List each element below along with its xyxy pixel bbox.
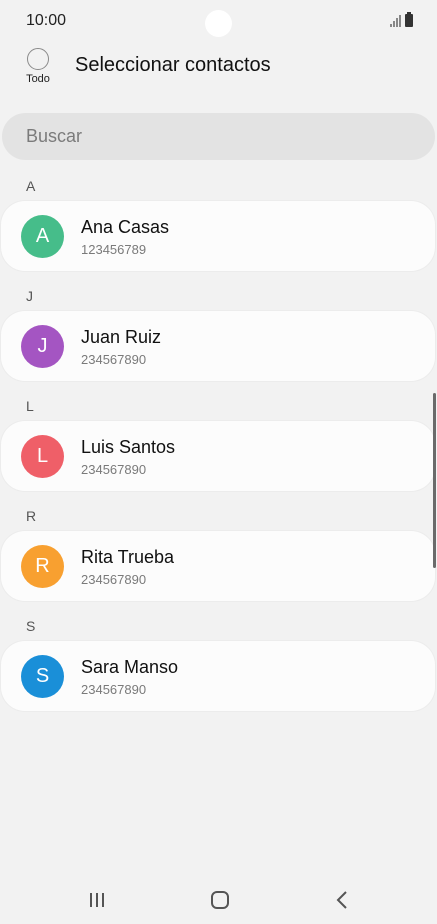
signal-icon <box>390 15 401 27</box>
section-header-s: S <box>26 618 36 634</box>
status-bar: 10:00 <box>0 0 437 44</box>
avatar: S <box>21 655 64 698</box>
camera-cutout <box>205 10 232 37</box>
avatar: L <box>21 435 64 478</box>
section-header-a: A <box>26 178 36 194</box>
contact-number: 234567890 <box>81 572 147 587</box>
select-all-toggle[interactable]: Todo <box>22 48 54 85</box>
search-bar[interactable] <box>2 113 435 160</box>
section-header-j: J <box>26 288 33 304</box>
header: Todo Seleccionar contactos <box>0 44 437 100</box>
search-input[interactable] <box>2 113 435 160</box>
contact-item[interactable]: A Ana Casas 123456789 <box>1 201 435 271</box>
avatar: R <box>21 545 64 588</box>
navigation-bar <box>0 876 437 924</box>
contact-name: Sara Manso <box>81 657 179 677</box>
battery-icon <box>405 12 413 27</box>
status-icons <box>390 12 413 27</box>
recent-apps-icon[interactable] <box>77 886 117 914</box>
section-header-r: R <box>26 508 37 524</box>
contact-item[interactable]: L Luis Santos 234567890 <box>1 421 435 491</box>
select-all-checkbox[interactable] <box>27 48 49 70</box>
contact-item[interactable]: S Sara Manso 234567890 <box>1 641 435 711</box>
home-icon[interactable] <box>200 886 240 914</box>
contact-item[interactable]: J Juan Ruiz 234567890 <box>1 311 435 381</box>
contact-name: Luis Santos <box>81 437 176 457</box>
contact-name: Rita Trueba <box>81 547 175 567</box>
scrollbar[interactable] <box>433 393 436 568</box>
select-all-label: Todo <box>26 73 50 85</box>
contact-name: Juan Ruiz <box>81 327 162 347</box>
contact-number: 234567890 <box>81 352 147 367</box>
contact-name: Ana Casas <box>81 217 170 237</box>
contact-number: 234567890 <box>81 682 147 697</box>
section-header-l: L <box>26 398 34 414</box>
contact-number: 123456789 <box>81 242 147 257</box>
page-title: Seleccionar contactos <box>75 54 271 76</box>
contact-number: 234567890 <box>81 462 147 477</box>
back-icon[interactable] <box>322 886 362 914</box>
avatar: J <box>21 325 64 368</box>
contact-item[interactable]: R Rita Trueba 234567890 <box>1 531 435 601</box>
status-time: 10:00 <box>26 12 67 29</box>
avatar: A <box>21 215 64 258</box>
